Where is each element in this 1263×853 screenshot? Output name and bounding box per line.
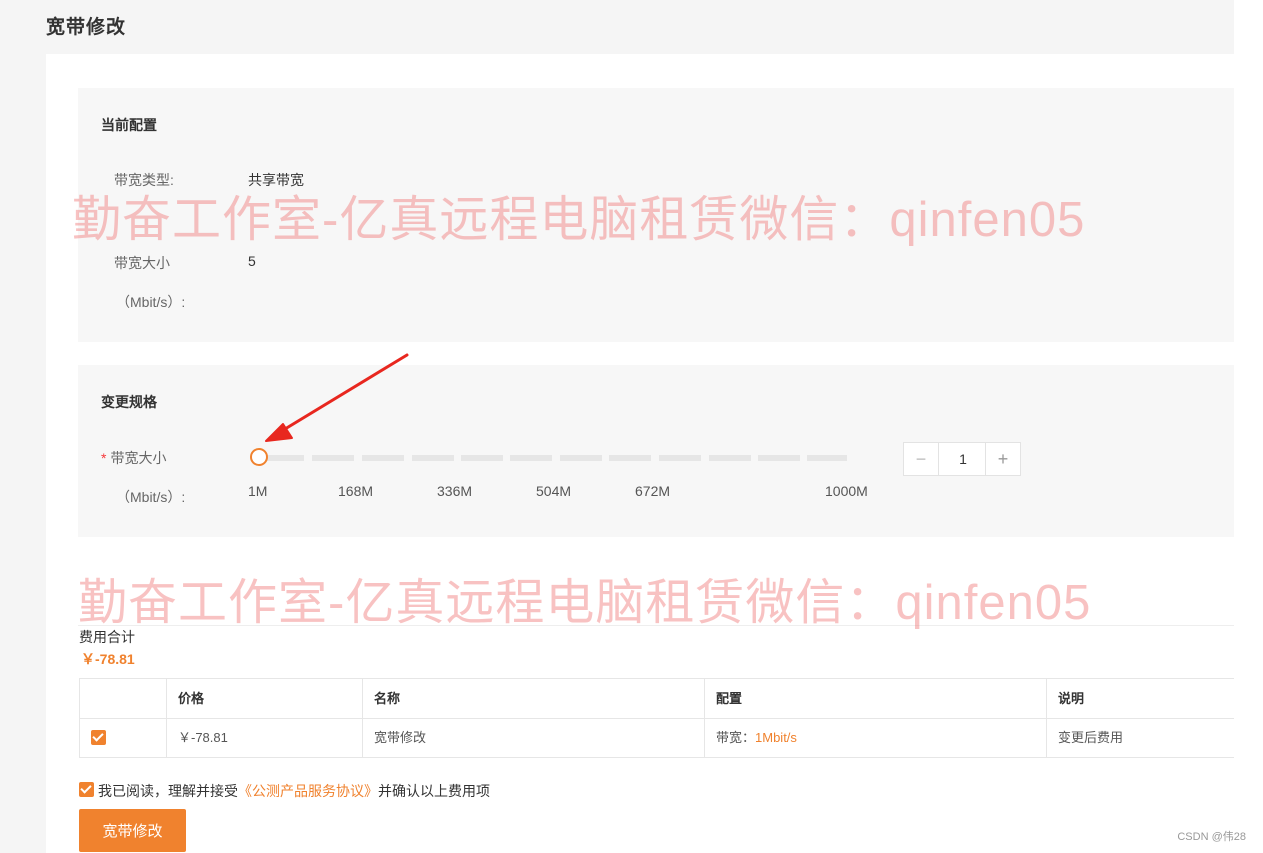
cost-total-label: 费用合计	[79, 629, 135, 645]
slider-tick-label: 168M	[338, 483, 374, 499]
bandwidth-stepper[interactable]: − +	[903, 442, 1021, 476]
row-config-label: 带宽：	[716, 730, 756, 745]
agreement-prefix: 我已阅读，理解并接受	[98, 783, 238, 799]
slider-tick-label: 1M	[248, 483, 268, 499]
slider-track-segment[interactable]	[659, 455, 701, 461]
cost-table: 价格 名称 配置 说明 ￥-78.81 宽带修改 带宽：1Mbit/s 变更后费…	[79, 678, 1234, 758]
table-row: ￥-78.81 宽带修改 带宽：1Mbit/s 变更后费用	[80, 718, 1234, 757]
new-bandwidth-size-text: 带宽大小	[110, 450, 167, 466]
row-price: ￥-78.81	[167, 718, 363, 757]
slider-track-segment[interactable]	[262, 455, 304, 461]
slider-tick-label: 336M	[437, 483, 473, 499]
slider-track-segment[interactable]	[609, 455, 651, 461]
agreement-link[interactable]: 《公测产品服务协议》	[238, 783, 378, 799]
slider-track-segment[interactable]	[312, 455, 354, 461]
current-config-title: 当前配置	[101, 117, 157, 133]
increment-button[interactable]: +	[985, 443, 1020, 475]
new-bandwidth-unit-label: （Mbit/s）:	[116, 489, 186, 505]
slider-track-segment[interactable]	[758, 455, 800, 461]
right-edge-strip	[1234, 0, 1263, 853]
change-spec-title: 变更规格	[101, 394, 157, 410]
csdn-credit: CSDN @伟28	[1177, 831, 1246, 843]
row-config-value: 1Mbit/s	[755, 730, 797, 745]
header-cell-config: 配置	[705, 679, 1047, 718]
row-name: 宽带修改	[363, 718, 705, 757]
row-note: 变更后费用	[1058, 730, 1124, 745]
table-header-row: 价格 名称 配置 说明	[80, 679, 1234, 719]
slider-tick-label: 504M	[536, 483, 572, 499]
header-cell-note: 说明	[1058, 691, 1085, 706]
bandwidth-type-value: 共享带宽	[248, 172, 304, 188]
slider-track-segment[interactable]	[412, 455, 454, 461]
current-config-panel	[78, 88, 1234, 342]
agreement-suffix: 并确认以上费用项	[378, 783, 490, 799]
slider-handle[interactable]	[250, 448, 268, 466]
cost-total-value: ￥-78.81	[81, 651, 135, 667]
decrement-button[interactable]: −	[904, 443, 939, 475]
slider-track-segment[interactable]	[510, 455, 552, 461]
row-config: 带宽：1Mbit/s	[705, 718, 1047, 757]
header-cell-select	[80, 679, 167, 718]
agreement-text: 我已阅读，理解并接受《公测产品服务协议》并确认以上费用项	[98, 781, 490, 801]
header-cell-price: 价格	[167, 679, 363, 718]
slider-track-segment[interactable]	[362, 455, 404, 461]
bandwidth-type-label: 带宽类型:	[114, 172, 174, 188]
new-bandwidth-size-label: * 带宽大小	[101, 448, 166, 468]
row-select-cell	[80, 718, 167, 757]
current-bandwidth-unit-label: （Mbit/s）:	[116, 294, 186, 310]
row-checkbox[interactable]	[91, 730, 106, 745]
bandwidth-input[interactable]	[939, 443, 987, 475]
header-cell-name: 名称	[363, 679, 705, 718]
slider-track-segment[interactable]	[461, 455, 503, 461]
slider-track-segment[interactable]	[807, 455, 847, 461]
current-bandwidth-size-label: 带宽大小	[114, 255, 170, 271]
page-title: 宽带修改	[46, 17, 127, 38]
agreement-checkbox[interactable]	[79, 782, 94, 797]
required-mark: *	[101, 450, 107, 466]
cost-divider	[78, 625, 1234, 626]
slider-tick-label: 672M	[635, 483, 671, 499]
slider-track-segment[interactable]	[560, 455, 602, 461]
slider-track-segment[interactable]	[709, 455, 751, 461]
submit-button[interactable]: 宽带修改	[79, 809, 186, 852]
slider-tick-label: 1000M	[825, 483, 868, 499]
current-bandwidth-size-value: 5	[248, 253, 256, 269]
